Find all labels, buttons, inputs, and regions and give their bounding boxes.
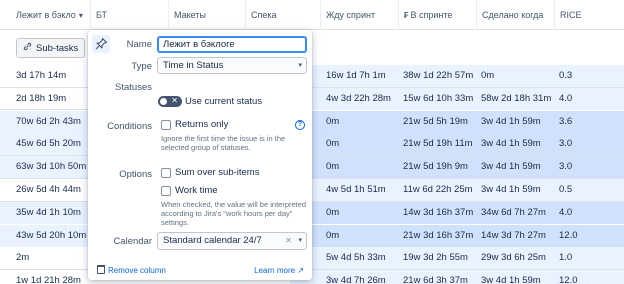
cell-rice: 3.6: [559, 115, 573, 127]
cell-sprint: 19w 3d 2h 55m: [403, 252, 468, 264]
link-icon: [23, 39, 32, 57]
returns-only-label: Returns only: [175, 119, 229, 130]
cell-wait: 3w 4d 7h 26m: [326, 275, 386, 284]
cell-rice: 4.0: [559, 206, 573, 218]
chevron-down-icon: ▾: [298, 237, 302, 244]
work-time-hint: When checked, the value will be interpre…: [161, 200, 307, 227]
cell-done: 14w 3d 7h 27m: [481, 229, 546, 241]
cell-rice: 12.0: [559, 275, 578, 284]
cell-rice: 12.0: [559, 229, 578, 241]
header-backlog[interactable]: Лежит в бэкло ▾: [0, 0, 92, 30]
type-label: Type: [131, 61, 152, 72]
cell-rice: 0.5: [559, 184, 573, 195]
cell-done: 3w 4d 1h 59m: [481, 275, 541, 284]
grid-header: Лежит в бэкло ▾ БТ Макеты Спека Жду сприн…: [0, 0, 624, 30]
toggle-knob: [160, 98, 167, 105]
pin-icon[interactable]: [92, 35, 110, 53]
cell-backlog: 63w 3d 10h 50m: [0, 156, 92, 179]
cell-backlog: 70w 6d 2h 43m: [0, 110, 92, 133]
header-bt[interactable]: БТ: [90, 0, 168, 30]
cell-rice: 4.0: [559, 92, 573, 104]
cell-sprint: 21w 3d 16h 37m: [403, 229, 474, 241]
returns-only-hint: Ignore the first time the issue is in th…: [161, 134, 286, 152]
learn-more-link[interactable]: Learn more ↗: [254, 265, 304, 276]
name-label: Name: [126, 39, 152, 50]
cell-wait: 4w 5d 1h 51m: [326, 184, 386, 195]
sort-down-icon[interactable]: ▾: [79, 11, 83, 20]
cell-wait: 0m: [326, 229, 340, 241]
header-spec[interactable]: Спека: [245, 0, 320, 30]
header-mockups[interactable]: Макеты: [168, 0, 245, 30]
cell-sprint: 21w 6d 3h 37m: [403, 275, 468, 284]
cell-wait: 16w 1d 7h 1m: [326, 70, 386, 81]
cell-done: 34w 6d 7h 27m: [481, 206, 546, 218]
remove-column-button[interactable]: Remove column: [97, 265, 166, 276]
cell-sprint: 14w 3d 16h 37m: [403, 206, 474, 218]
cell-sprint: 21w 5d 19h 9m: [403, 161, 468, 173]
cell-backlog: 3d 17h 14m: [16, 70, 67, 81]
sum-over-subitems-checkbox[interactable]: [161, 168, 171, 178]
cell-backlog: 2m: [16, 252, 30, 264]
calendar-select[interactable]: Standard calendar 24/7 ✕ ▾: [157, 232, 307, 250]
help-icon[interactable]: ?: [295, 120, 305, 130]
use-current-status-toggle[interactable]: ✕: [158, 96, 182, 107]
cell-sprint: 21w 5d 5h 19m: [403, 115, 468, 127]
trash-icon: [97, 265, 105, 274]
cell-backlog: 43w 5d 20h 10m: [0, 224, 92, 247]
cell-done: 3w 4d 1h 59m: [481, 184, 541, 195]
cell-sprint: 21w 5d 19h 11m: [403, 138, 473, 150]
cell-backlog: 2d 18h 19m: [16, 92, 67, 104]
cell-backlog: 35w 4d 1h 10m: [0, 201, 92, 224]
header-wait-sprint[interactable]: Жду спринт: [320, 0, 398, 30]
cell-backlog: 26w 5d 4h 44m: [16, 184, 81, 195]
cell-wait: 0m: [326, 138, 340, 150]
name-input[interactable]: [157, 36, 307, 53]
work-time-checkbox[interactable]: [161, 186, 171, 196]
cell-wait: 4w 3d 22h 28m: [326, 92, 391, 104]
header-in-sprint[interactable]: ₣ В спринте: [398, 0, 476, 30]
clear-icon[interactable]: ✕: [285, 233, 292, 248]
close-icon: ✕: [171, 96, 178, 105]
cell-done: 0m: [481, 70, 495, 81]
calendar-label: Calendar: [113, 236, 152, 247]
cell-done: 58w 2d 18h 31m: [481, 92, 552, 104]
cell-done: 3w 4d 1h 59m: [481, 138, 541, 150]
cell-wait: 0m: [326, 115, 340, 127]
column-settings-popover: Name Type Time in Status ▾ Statuses ✕ Us…: [88, 30, 312, 280]
grid-toolbar: Sub-tasks: [0, 36, 88, 60]
cell-done: 29w 3d 6h 25m: [481, 252, 546, 264]
type-select[interactable]: Time in Status ▾: [157, 57, 307, 74]
use-current-status-label: Use current status: [185, 96, 263, 107]
cell-rice: 1.0: [559, 252, 573, 264]
sum-over-subitems-label: Sum over sub-items: [175, 167, 260, 178]
cell-sprint: 15w 6d 10h 33m: [403, 92, 474, 104]
cell-rice: 3.0: [559, 161, 573, 173]
conditions-label: Conditions: [107, 121, 152, 132]
cell-wait: 0m: [326, 161, 340, 173]
work-time-label: Work time: [175, 185, 218, 196]
subtasks-button[interactable]: Sub-tasks: [16, 38, 86, 58]
cell-done: 3w 4d 1h 59m: [481, 161, 541, 173]
options-label: Options: [119, 169, 152, 180]
cell-rice: 0.3: [559, 70, 573, 81]
cell-rice: 3.0: [559, 138, 573, 150]
cell-done: 3w 4d 1h 59m: [481, 115, 541, 127]
cell-backlog: 45w 6d 5h 20m: [0, 133, 92, 156]
header-rice[interactable]: RICE: [554, 0, 624, 30]
cell-sprint: 11w 6d 22h 25m: [403, 184, 473, 195]
chevron-down-icon: ▾: [298, 62, 302, 69]
cell-backlog: 1w 1d 21h 28m: [16, 275, 81, 284]
statuses-label: Statuses: [115, 82, 152, 93]
cell-wait: 5w 4d 5h 33m: [326, 252, 386, 264]
cell-sprint: 38w 1d 22h 57m: [403, 70, 474, 81]
formula-icon: ₣: [404, 11, 409, 20]
header-done-when[interactable]: Сделано когда: [476, 0, 554, 30]
cell-wait: 0m: [326, 206, 340, 218]
returns-only-checkbox[interactable]: [161, 120, 171, 130]
